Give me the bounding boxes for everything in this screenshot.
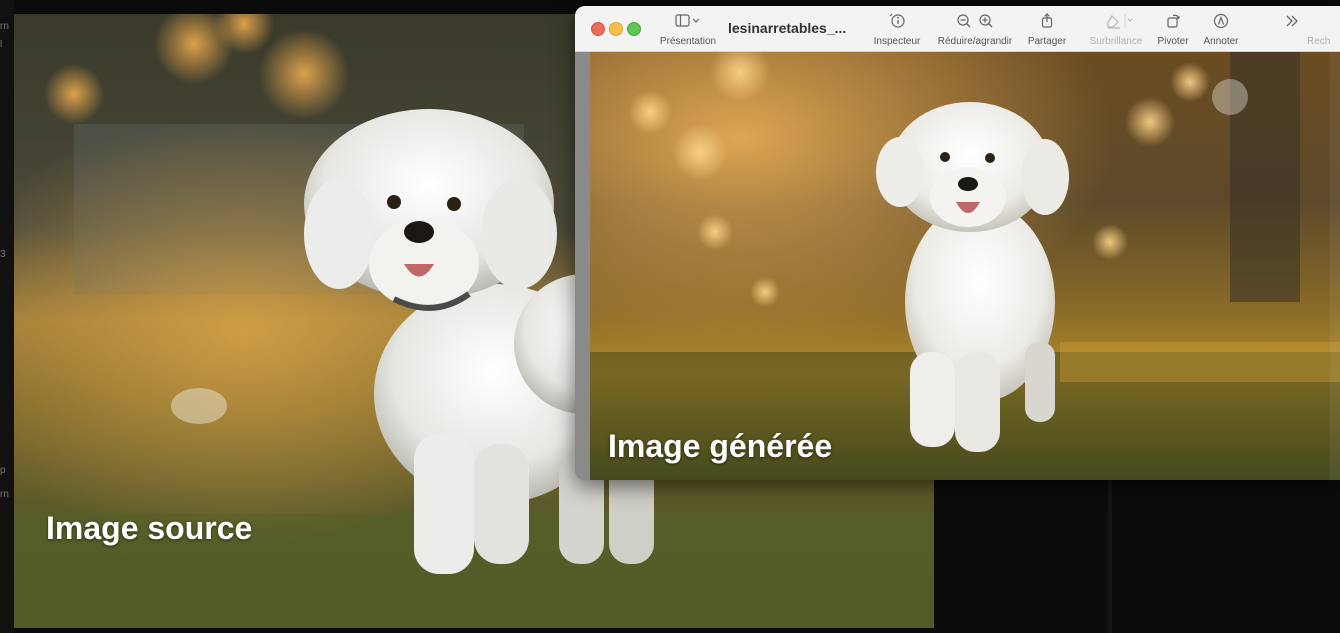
annotate-button[interactable]: Annoter — [1199, 12, 1243, 50]
document-title: lesinarretables_... — [728, 20, 847, 36]
rotate-label: Pivoter — [1157, 36, 1189, 47]
share-icon — [1041, 13, 1053, 28]
zoom-label: Réduire/agrandir — [937, 36, 1013, 47]
window-seam — [1108, 480, 1112, 633]
highlight-button[interactable]: Surbrillance — [1083, 12, 1149, 50]
background-text-fragment: rn — [0, 490, 9, 500]
zoom-control: Réduire/agrandir — [935, 12, 1015, 50]
preview-window: Présentation lesinarretables_... Inspect… — [575, 6, 1340, 480]
rotate-icon — [1167, 14, 1181, 28]
background-text-fragment: p — [0, 466, 6, 476]
search-icon-area — [1307, 12, 1340, 30]
zoom-out-icon[interactable] — [957, 14, 971, 28]
presentation-label: Présentation — [659, 36, 717, 47]
highlighter-icon — [1107, 14, 1133, 29]
close-window-button[interactable] — [591, 22, 605, 36]
background-text-fragment: 3 — [0, 250, 6, 260]
source-image-caption: Image source — [46, 510, 253, 546]
scrollbar-track[interactable] — [1330, 52, 1340, 480]
preview-sidebar-gutter — [575, 52, 590, 480]
presentation-button[interactable]: Présentation — [655, 12, 721, 50]
maximize-window-button[interactable] — [627, 22, 641, 36]
rotate-button[interactable]: Pivoter — [1153, 12, 1193, 50]
markup-icon — [1213, 13, 1229, 29]
annotate-label: Annoter — [1203, 36, 1239, 47]
share-label: Partager — [1027, 36, 1067, 47]
info-icon — [889, 13, 905, 28]
background-text-fragment: rn — [0, 22, 9, 32]
inspector-label: Inspecteur — [873, 36, 921, 47]
desktop: rn l 3 p rn Image source Présentation le… — [0, 0, 1340, 633]
background-text-fragment: l — [0, 40, 3, 50]
preview-toolbar: Présentation lesinarretables_... Inspect… — [575, 6, 1340, 52]
minimize-window-button[interactable] — [609, 22, 623, 36]
zoom-in-icon[interactable] — [979, 14, 993, 28]
generated-image-caption: Image générée — [608, 428, 833, 464]
generated-photo — [590, 52, 1340, 480]
share-button[interactable]: Partager — [1025, 12, 1069, 50]
background-window-edge: rn l 3 p rn — [0, 0, 14, 633]
highlight-label: Surbrillance — [1089, 36, 1143, 47]
sidebar-icon — [675, 14, 700, 27]
search-field[interactable]: Rech — [1307, 12, 1340, 50]
double-chevron-right-icon — [1286, 15, 1298, 27]
search-label: Rech — [1307, 36, 1331, 47]
generated-image: Image générée — [590, 52, 1340, 480]
more-toolbar-button[interactable] — [1282, 12, 1302, 50]
desktop-background — [934, 480, 1340, 633]
inspector-button[interactable]: Inspecteur — [871, 12, 923, 50]
